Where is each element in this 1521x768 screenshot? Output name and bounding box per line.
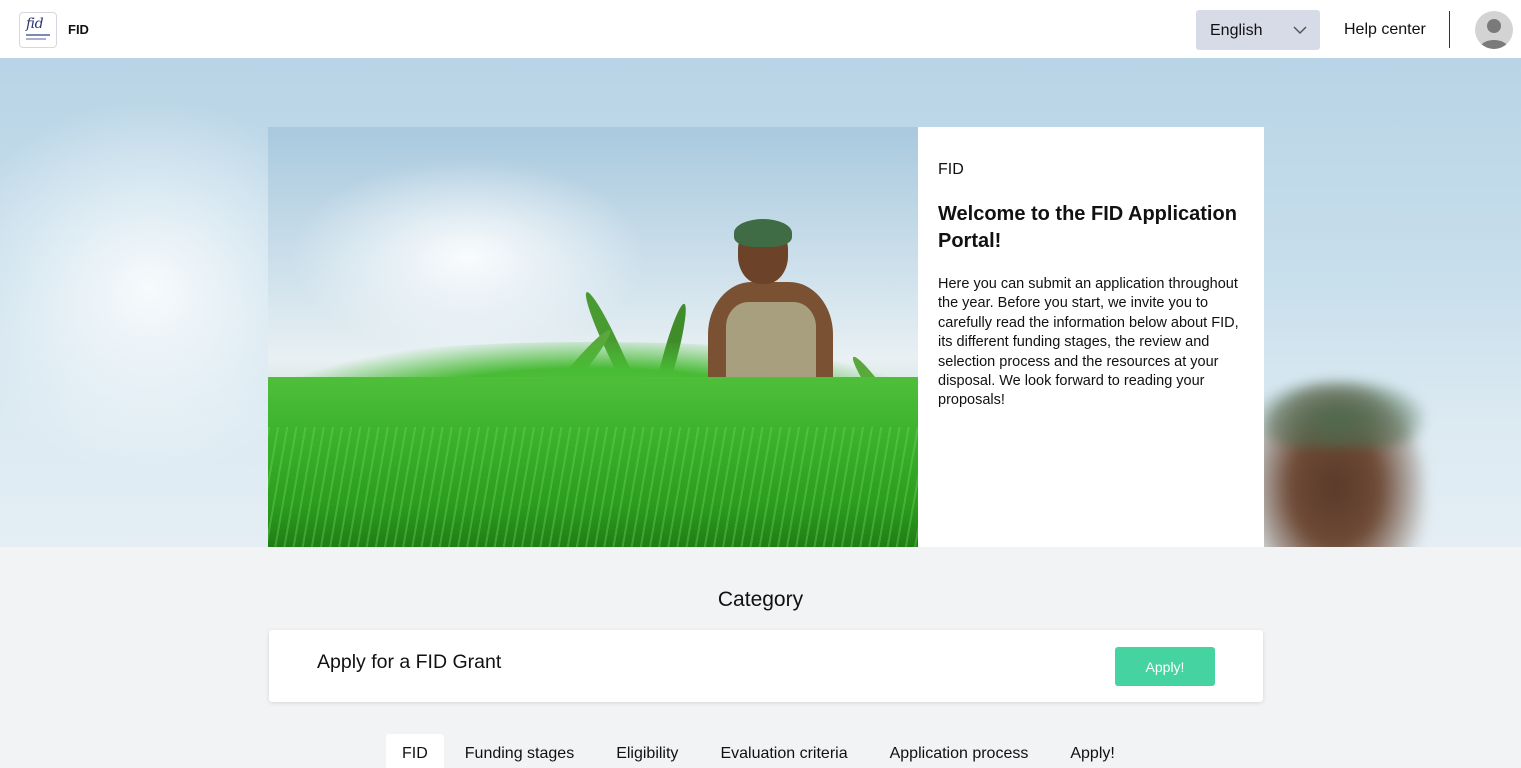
tab-funding-stages[interactable]: Funding stages [444, 734, 595, 768]
photo-person-headwrap [734, 219, 792, 247]
language-selected-value: English [1210, 22, 1263, 39]
tab-eligibility[interactable]: Eligibility [595, 734, 699, 768]
apply-button[interactable]: Apply! [1115, 647, 1215, 686]
tab-apply[interactable]: Apply! [1049, 734, 1135, 768]
tab-fid[interactable]: FID [386, 734, 444, 768]
welcome-text: Here you can submit an application throu… [938, 276, 1239, 409]
tab-application-process[interactable]: Application process [869, 734, 1050, 768]
category-card-fid-grant: Apply for a FID Grant Apply! [269, 630, 1263, 702]
hero-photo [268, 127, 918, 547]
info-tabs: FID Funding stages Eligibility Evaluatio… [386, 734, 1136, 768]
photo-grass-blades [268, 427, 918, 547]
fid-logo[interactable]: fid [19, 12, 57, 48]
logo-tagline-line [26, 38, 46, 40]
app-title: FID [68, 22, 89, 37]
tab-evaluation-criteria[interactable]: Evaluation criteria [699, 734, 868, 768]
photo-cloud [288, 157, 648, 357]
help-center-link[interactable]: Help center [1344, 21, 1426, 39]
welcome-title: Welcome to the FID Application Portal! [938, 203, 1237, 252]
top-bar: fid FID English Help center [0, 0, 1521, 58]
welcome-eyebrow: FID [938, 161, 964, 178]
welcome-card: FID Welcome to the FID Application Porta… [918, 127, 1264, 547]
user-avatar-icon[interactable] [1475, 11, 1513, 49]
chevron-down-icon [1293, 26, 1307, 35]
hero-background-blur [1255, 378, 1425, 448]
person-icon [1480, 19, 1508, 49]
logo-wordmark: fid [26, 16, 44, 32]
category-card-label: Apply for a FID Grant [317, 651, 502, 673]
logo-tagline-line [26, 34, 50, 36]
category-heading: Category [717, 588, 804, 611]
header-divider [1449, 11, 1450, 48]
language-select[interactable]: English [1196, 10, 1320, 50]
